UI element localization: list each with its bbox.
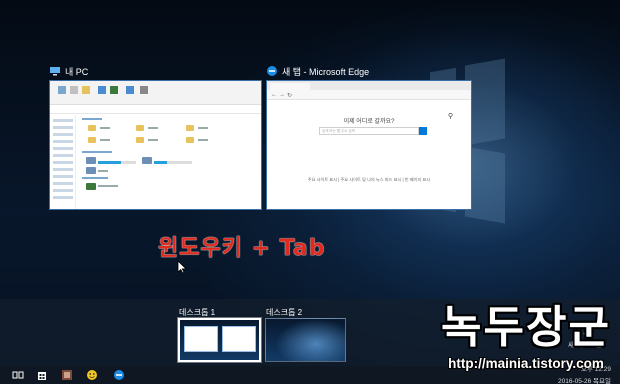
task-view-icon[interactable] bbox=[12, 369, 24, 381]
media-icon[interactable] bbox=[61, 369, 73, 381]
folder-label bbox=[198, 139, 208, 141]
section-header bbox=[82, 151, 112, 153]
edge-icon[interactable] bbox=[113, 369, 125, 381]
explorer-content bbox=[78, 115, 261, 209]
nav-item bbox=[53, 126, 73, 129]
back-icon: ← bbox=[271, 92, 277, 98]
ribbon-icon bbox=[140, 86, 148, 94]
drive-icon bbox=[86, 157, 96, 164]
edge-icon bbox=[267, 66, 277, 76]
window-title: 새 탭 - Microsoft Edge bbox=[282, 66, 370, 77]
edge-search-input: 검색 또는 웹 주소 입력 bbox=[319, 127, 419, 135]
nav-item bbox=[53, 147, 73, 150]
nav-item bbox=[53, 196, 73, 199]
person-icon: ⚲ bbox=[447, 113, 453, 120]
ribbon-icon bbox=[82, 86, 90, 94]
ribbon-icon bbox=[126, 86, 134, 94]
nav-item bbox=[53, 119, 73, 122]
folder-icon bbox=[136, 125, 144, 131]
mini-window bbox=[222, 326, 256, 352]
edge-footer-options: 주요 사이트 표시 | 주요 사이트 및 나의 뉴스 피드 표시 | 빈 페이지… bbox=[307, 177, 431, 182]
desktop-2-thumbnail[interactable] bbox=[265, 318, 346, 362]
window-header: 내 PC bbox=[49, 64, 88, 78]
folder-icon bbox=[186, 125, 194, 131]
folder-icon bbox=[88, 137, 96, 143]
edge-search-button bbox=[419, 127, 427, 135]
folder-icon bbox=[88, 125, 96, 131]
drive-label bbox=[98, 170, 108, 172]
nav-item bbox=[53, 168, 73, 171]
desktop-2-label: 데스크톱 2 bbox=[266, 308, 303, 317]
folder-label bbox=[100, 139, 110, 141]
folder-label bbox=[100, 127, 110, 129]
explorer-window bbox=[49, 80, 262, 210]
game-icon[interactable] bbox=[86, 369, 98, 381]
refresh-icon: ↻ bbox=[287, 93, 293, 99]
nav-item bbox=[53, 182, 73, 185]
folder-icon bbox=[186, 137, 194, 143]
folder-label bbox=[148, 127, 158, 129]
nav-item bbox=[53, 189, 73, 192]
window-thumbnail-edge[interactable]: 새 탭 - Microsoft Edge ← → ↻ 이제 어디로 갈까요? ⚲… bbox=[266, 64, 472, 210]
nav-item bbox=[53, 140, 73, 143]
clock-time: 오후 12:29 bbox=[581, 366, 612, 373]
ribbon-icon bbox=[58, 86, 66, 94]
nav-item bbox=[53, 154, 73, 157]
explorer-ribbon bbox=[50, 81, 261, 105]
drive-icon bbox=[142, 157, 152, 164]
folder-label bbox=[198, 127, 208, 129]
drive-icon bbox=[86, 167, 96, 174]
drive-usage-bar bbox=[98, 161, 136, 164]
edge-window: ← → ↻ 이제 어디로 갈까요? ⚲ 검색 또는 웹 주소 입력 주요 사이트… bbox=[266, 80, 472, 210]
section-header bbox=[82, 118, 102, 120]
edge-question: 이제 어디로 갈까요? bbox=[343, 119, 395, 125]
system-clock[interactable]: 오후 12:29 bbox=[581, 366, 611, 374]
watermark-title: 녹두장군 bbox=[441, 302, 611, 353]
edge-address-bar: ← → ↻ bbox=[267, 90, 471, 100]
clock-date: 2016-05-26 목요일 bbox=[558, 378, 611, 384]
mouse-cursor-icon bbox=[177, 260, 187, 274]
folder-icon bbox=[136, 137, 144, 143]
mini-window bbox=[184, 326, 218, 352]
explorer-address-bar bbox=[50, 106, 261, 114]
nav-item bbox=[53, 161, 73, 164]
desktop-1-thumbnail[interactable] bbox=[177, 317, 262, 363]
section-header bbox=[82, 177, 108, 179]
drive-usage-bar bbox=[154, 161, 192, 164]
network-location-icon bbox=[86, 183, 96, 190]
edge-tab-strip bbox=[267, 81, 471, 90]
desktop-1-label: 데스크톱 1 bbox=[179, 308, 216, 317]
ribbon-icon bbox=[70, 86, 78, 94]
nav-item bbox=[53, 133, 73, 136]
forward-icon: → bbox=[279, 92, 285, 98]
edge-tab bbox=[270, 83, 310, 90]
window-thumbnail-this-pc[interactable]: 내 PC bbox=[49, 64, 262, 210]
ribbon-icon bbox=[98, 86, 106, 94]
folder-label bbox=[148, 139, 158, 141]
network-location-label bbox=[98, 185, 118, 187]
shortcut-annotation: 윈도우키 + Tab bbox=[158, 236, 326, 261]
nav-item bbox=[53, 175, 73, 178]
window-header: 새 탭 - Microsoft Edge bbox=[266, 64, 369, 78]
explorer-nav-pane bbox=[50, 115, 76, 209]
this-pc-icon bbox=[50, 67, 60, 76]
ribbon-icon bbox=[110, 86, 118, 94]
window-title: 내 PC bbox=[65, 66, 89, 77]
store-icon[interactable] bbox=[36, 369, 48, 381]
